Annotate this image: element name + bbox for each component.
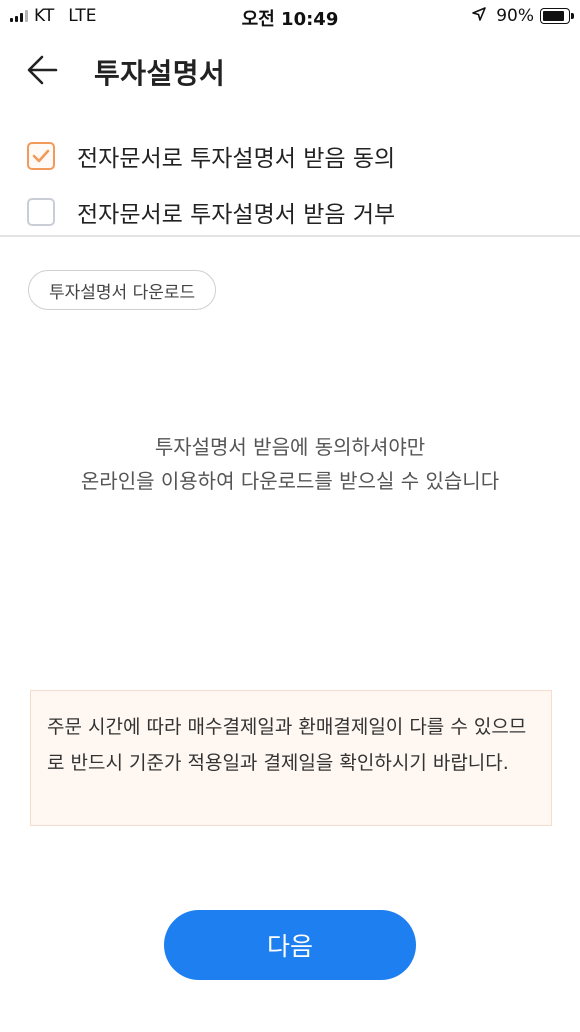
info-line-2: 온라인을 이용하여 다운로드를 받으실 수 있습니다 [80,469,500,493]
battery-percent: 90% [496,6,534,26]
next-button[interactable]: 다음 [164,910,416,980]
arrow-left-icon [24,55,64,92]
checkbox-agree[interactable] [27,142,55,170]
notice-text: 주문 시간에 따라 매수결제일과 환매결제일이 다를 수 있으므로 반드시 기준… [47,716,527,774]
checkbox-refuse[interactable] [27,198,55,226]
battery-fill [543,11,564,21]
info-line-1: 투자설명서 받음에 동의하셔야만 [154,435,426,459]
status-right: 90% [472,6,574,26]
status-bar: KT LTE 오전 10:49 90% [0,0,580,32]
consent-option-agree[interactable]: 전자문서로 투자설명서 받음 동의 [0,128,580,184]
header: 투자설명서 [0,40,580,100]
page-title: 투자설명서 [94,57,226,90]
location-arrow-icon [472,6,487,26]
consent-option-refuse[interactable]: 전자문서로 투자설명서 받음 거부 [0,184,580,240]
download-prospectus-button[interactable]: 투자설명서 다운로드 [28,270,217,310]
battery-icon [540,8,574,24]
consent-agree-label: 전자문서로 투자설명서 받음 동의 [77,146,396,172]
consent-options: 전자문서로 투자설명서 받음 동의 전자문서로 투자설명서 받음 거부 [0,128,580,240]
battery-cap [571,13,574,19]
section-divider [0,235,580,237]
download-info-message: 투자설명서 받음에 동의하셔야만 온라인을 이용하여 다운로드를 받으실 수 있… [0,430,580,498]
settlement-notice-box: 주문 시간에 따라 매수결제일과 환매결제일이 다를 수 있으므로 반드시 기준… [30,690,552,826]
consent-refuse-label: 전자문서로 투자설명서 받음 거부 [77,202,396,228]
back-button[interactable] [24,52,64,88]
